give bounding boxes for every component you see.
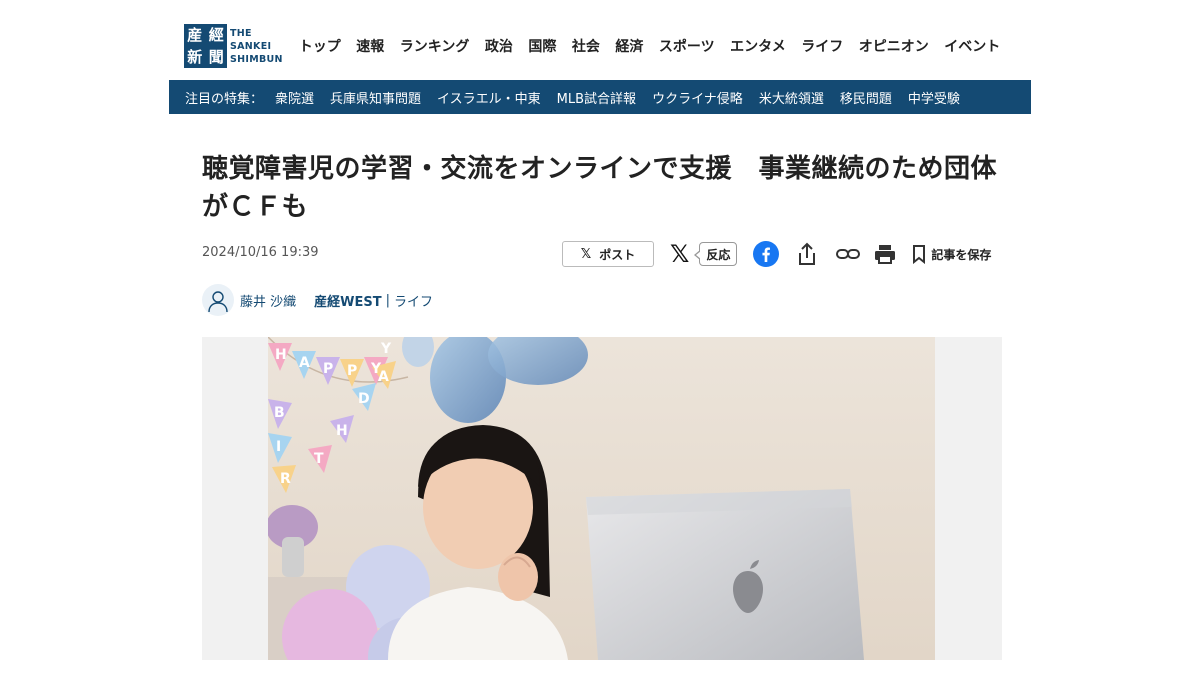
banner-letter: R [280,471,291,487]
topic-item[interactable]: 兵庫県知事問題 [330,88,421,107]
nav-item-economy[interactable]: 経済 [615,36,643,56]
bookmark-icon [913,245,926,264]
nav-item-politics[interactable]: 政治 [485,36,513,56]
main-nav: トップ 速報 ランキング 政治 国際 社会 経済 スポーツ エンタメ ライフ オ… [299,36,1000,56]
print-icon[interactable] [873,243,897,265]
share-toolbar: 𝕏 ポスト 𝕏 反応 記事を保存 [562,239,991,269]
topics-label: 注目の特集： [185,91,264,107]
banner-letter: H [336,423,348,439]
logo-seal: 産 經 新 聞 [184,24,227,68]
nav-item-opinion[interactable]: オピニオン [859,36,929,56]
nav-item-ranking[interactable]: ランキング [400,36,470,56]
nav-item-society[interactable]: 社会 [572,36,600,56]
logo-seal-char: 聞 [208,48,224,66]
save-article-label: 記事を保存 [931,247,992,262]
logo-seal-char: 經 [208,26,224,44]
nav-item-top[interactable]: トップ [299,36,341,56]
category-link[interactable]: ライフ [394,291,433,310]
facebook-icon[interactable] [753,241,780,267]
x-post-button[interactable]: 𝕏 ポスト [562,241,654,267]
source-separator: | [385,292,390,308]
banner-letter: H [275,347,287,363]
article-date: 2024/10/16 19:39 [202,245,319,260]
banner-letter: P [347,363,357,379]
logo-seal-char: 産 [187,26,203,44]
nav-item-world[interactable]: 国際 [528,36,556,56]
logo-line: SANKEI [230,40,272,52]
banner-letter: Y [380,341,392,357]
banner-letter: I [276,439,281,455]
share-icon[interactable] [795,241,819,267]
topic-item[interactable]: ウクライナ侵略 [652,88,743,107]
article-photo-frame: H A P P Y B I R T H D A Y [202,337,1002,660]
site-header: 産 經 新 聞 THE SANKEI SHIMBUN トップ 速報 ランキング … [184,22,1032,70]
site-logo[interactable]: 産 經 新 聞 THE SANKEI SHIMBUN [184,24,283,68]
banner-letter: B [274,405,285,421]
topic-item[interactable]: 中学受験 [908,88,960,107]
topic-item[interactable]: 米大統領選 [759,88,824,107]
reaction-count-button[interactable]: 反応 [694,242,738,266]
logo-line: THE [230,27,252,39]
article-photo[interactable]: H A P P Y B I R T H D A Y [268,337,935,660]
banner-letter: A [378,369,389,385]
link-icon[interactable] [835,244,861,264]
topic-item[interactable]: イスラエル・中東 [437,88,541,107]
banner-letter: A [299,355,310,371]
logo-line: SHIMBUN [230,53,283,65]
author-name[interactable]: 藤井 沙織 [240,291,296,310]
author-row: 藤井 沙織 産経WEST | ライフ [202,284,433,316]
topic-item[interactable]: 移民問題 [840,88,892,107]
topic-item[interactable]: MLB試合詳報 [557,88,636,107]
nav-item-event[interactable]: イベント [944,36,1000,56]
banner-letter: D [358,391,370,407]
nav-item-entertainment[interactable]: エンタメ [730,36,786,56]
article-headline: 聴覚障害児の学習・交流をオンラインで支援 事業継続のため団体がＣＦも [202,154,998,222]
featured-topics-bar: 注目の特集： 衆院選 兵庫県知事問題 イスラエル・中東 MLB試合詳報 ウクライ… [169,80,1031,114]
banner-letter: T [314,451,324,467]
author-avatar-icon[interactable] [202,284,234,316]
save-article-button[interactable]: 記事を保存 [911,244,991,264]
source-link[interactable]: 産経WEST [314,291,381,310]
photo-illustration: H A P P Y B I R T H D A Y [268,337,935,660]
logo-wordmark: THE SANKEI SHIMBUN [230,27,283,66]
x-icon: 𝕏 [580,246,592,262]
nav-item-life[interactable]: ライフ [801,36,843,56]
nav-item-breaking[interactable]: 速報 [356,36,384,56]
banner-letter: P [323,361,333,377]
nav-item-sports[interactable]: スポーツ [659,36,715,56]
x-post-label: ポスト [599,247,636,262]
topic-item[interactable]: 衆院選 [275,88,314,107]
x-reactions-icon[interactable]: 𝕏 [670,241,689,267]
logo-seal-char: 新 [187,48,203,66]
